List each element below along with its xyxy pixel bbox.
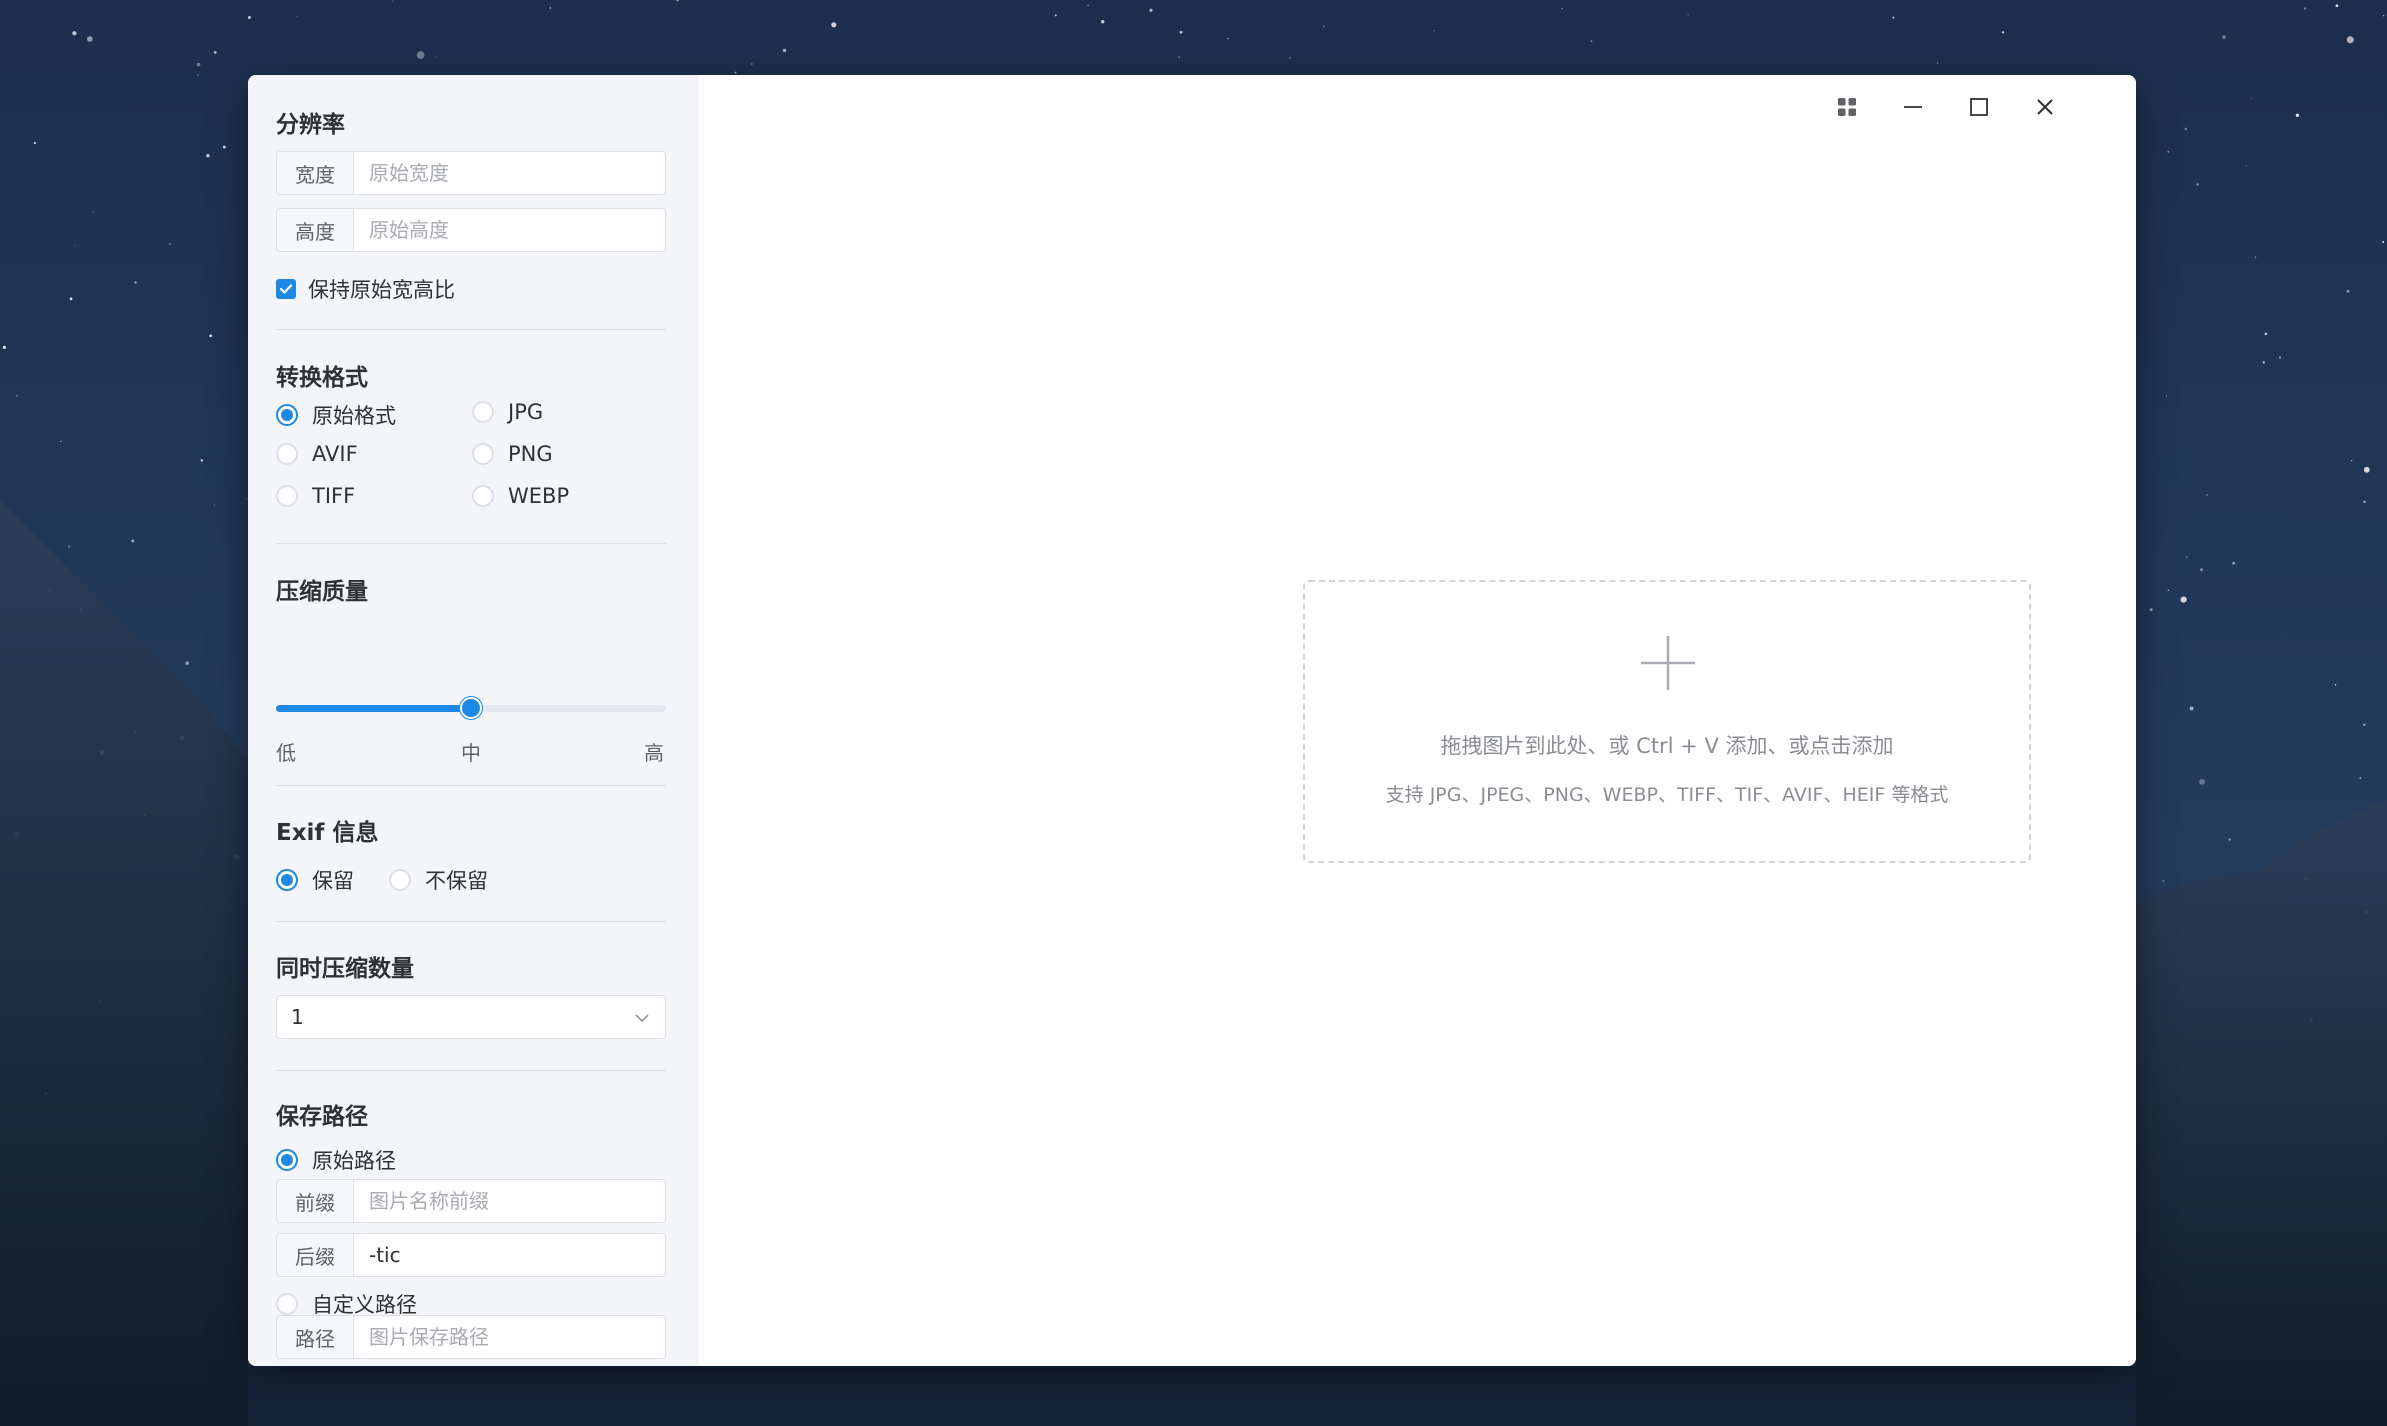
width-input-group: 宽度: [276, 151, 666, 195]
radio-checked-icon: [276, 1149, 298, 1171]
divider: [276, 543, 666, 544]
concurrency-value: 1: [291, 1005, 304, 1029]
quality-title: 压缩质量: [276, 579, 368, 605]
radio-unchecked-icon: [276, 1293, 298, 1315]
grid-icon: [1838, 98, 1856, 116]
suffix-label: 后缀: [277, 1234, 354, 1276]
path-input-group: 路径: [276, 1315, 666, 1359]
prefix-input-group: 前缀: [276, 1179, 666, 1223]
radio-checked-icon: [276, 404, 298, 426]
checkbox-checked-icon: [276, 279, 296, 299]
quality-low-label: 低: [276, 741, 296, 765]
radio-checked-icon: [276, 869, 298, 891]
resolution-title: 分辨率: [276, 112, 345, 138]
exif-title: Exif 信息: [276, 820, 379, 846]
prefix-label: 前缀: [277, 1180, 354, 1222]
dropzone-supported-formats: 支持 JPG、JPEG、PNG、WEBP、TIFF、TIF、AVIF、HEIF …: [1385, 784, 1949, 806]
format-option-label: WEBP: [508, 484, 570, 508]
width-input[interactable]: [354, 152, 665, 194]
height-label: 高度: [277, 209, 354, 251]
format-option-label: TIFF: [312, 484, 356, 508]
radio-unchecked-icon: [472, 401, 494, 423]
path-input[interactable]: [354, 1316, 665, 1358]
format-radio-jpg[interactable]: JPG: [472, 400, 543, 424]
chevron-down-icon: [635, 1014, 649, 1023]
format-option-label: JPG: [508, 400, 544, 424]
radio-unchecked-icon: [276, 443, 298, 465]
minimize-button[interactable]: [1891, 85, 1935, 129]
radio-unchecked-icon: [472, 485, 494, 507]
divider: [276, 785, 666, 786]
concurrency-title: 同时压缩数量: [276, 956, 414, 982]
quality-slider[interactable]: [276, 697, 666, 719]
save-path-radio-original[interactable]: 原始路径: [276, 1145, 396, 1175]
radio-unchecked-icon: [389, 869, 411, 891]
format-radio-webp[interactable]: WEBP: [472, 484, 569, 508]
save-path-title: 保存路径: [276, 1104, 368, 1130]
format-radio-avif[interactable]: AVIF: [276, 442, 358, 466]
format-option-label: 原始格式: [312, 404, 396, 428]
exif-option-label: 保留: [312, 869, 354, 893]
radio-unchecked-icon: [276, 485, 298, 507]
quality-mid-label: 中: [461, 741, 481, 765]
prefix-input[interactable]: [354, 1180, 665, 1222]
format-radio-original[interactable]: 原始格式: [276, 400, 396, 430]
format-radio-tiff[interactable]: TIFF: [276, 484, 355, 508]
exif-radio-discard[interactable]: 不保留: [389, 865, 488, 895]
format-radio-png[interactable]: PNG: [472, 442, 553, 466]
concurrency-select[interactable]: 1: [276, 995, 666, 1039]
height-input[interactable]: [354, 209, 665, 251]
settings-sidebar: 分辨率 宽度 高度 保持原始宽高比 转换格式 原始格式 JPG AVIF: [248, 75, 698, 1366]
path-label: 路径: [277, 1316, 354, 1358]
quality-slider-fill: [276, 705, 471, 712]
app-window: 分辨率 宽度 高度 保持原始宽高比 转换格式 原始格式 JPG AVIF: [248, 75, 2136, 1366]
quality-slider-handle[interactable]: [460, 697, 482, 719]
divider: [276, 329, 666, 330]
format-option-label: PNG: [508, 442, 553, 466]
keep-ratio-checkbox[interactable]: 保持原始宽高比: [276, 274, 455, 304]
minimize-icon: [1904, 106, 1922, 108]
format-title: 转换格式: [276, 365, 368, 391]
divider: [276, 1070, 666, 1071]
exif-radio-keep[interactable]: 保留: [276, 865, 354, 895]
save-path-option-label: 原始路径: [312, 1149, 396, 1173]
suffix-input-group: 后缀: [276, 1233, 666, 1277]
plus-icon: [1641, 636, 1695, 690]
quality-high-label: 高: [644, 741, 664, 765]
divider: [276, 921, 666, 922]
dropzone-hint: 拖拽图片到此处、或 Ctrl + V 添加、或点击添加: [1440, 734, 1894, 758]
layout-button[interactable]: [1825, 85, 1869, 129]
maximize-button[interactable]: [1957, 85, 2001, 129]
suffix-input[interactable]: [354, 1234, 665, 1276]
close-icon: [2037, 99, 2053, 115]
height-input-group: 高度: [276, 208, 666, 252]
radio-unchecked-icon: [472, 443, 494, 465]
image-dropzone[interactable]: 拖拽图片到此处、或 Ctrl + V 添加、或点击添加 支持 JPG、JPEG、…: [1303, 580, 2031, 863]
format-option-label: AVIF: [312, 442, 358, 466]
main-area: 拖拽图片到此处、或 Ctrl + V 添加、或点击添加 支持 JPG、JPEG、…: [698, 75, 2136, 1366]
width-label: 宽度: [277, 152, 354, 194]
exif-option-label: 不保留: [425, 869, 488, 893]
close-button[interactable]: [2023, 85, 2067, 129]
keep-ratio-label: 保持原始宽高比: [308, 278, 455, 302]
maximize-icon: [1970, 98, 1988, 116]
